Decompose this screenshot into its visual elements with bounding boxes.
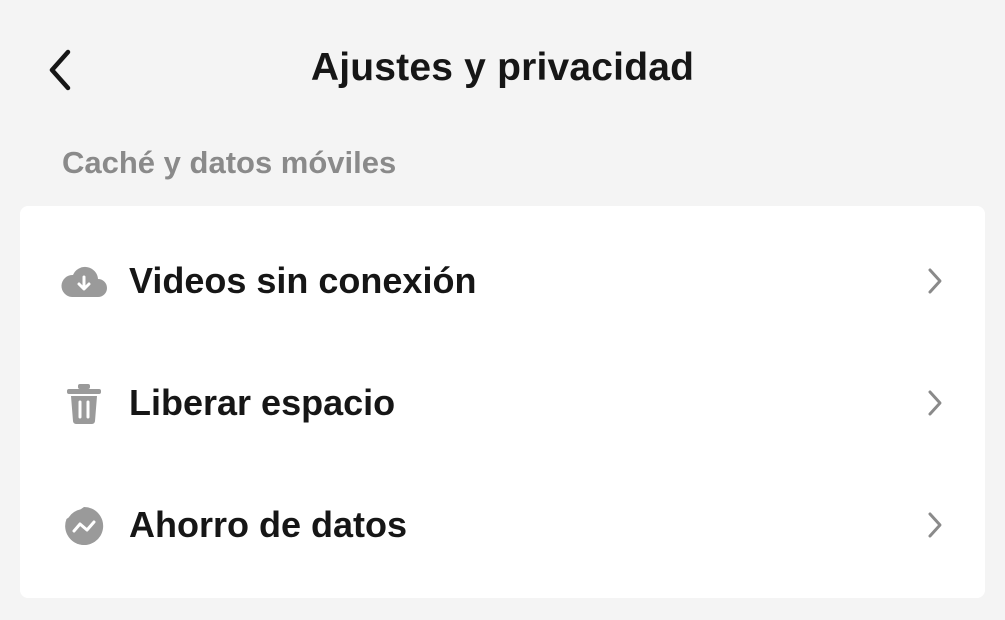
cloud-download-icon — [58, 260, 110, 304]
data-saver-icon — [58, 504, 110, 548]
chevron-right-icon — [921, 386, 949, 420]
settings-item-label: Liberar espacio — [129, 382, 396, 423]
trash-icon — [58, 382, 110, 426]
settings-item-free-space[interactable]: Liberar espacio — [20, 342, 985, 464]
page-title: Ajustes y privacidad — [310, 46, 695, 89]
chevron-right-icon — [921, 264, 949, 298]
settings-item-label: Videos sin conexión — [129, 260, 477, 301]
settings-item-label: Ahorro de datos — [129, 504, 408, 545]
app-header: Ajustes y privacidad — [0, 0, 1005, 140]
chevron-right-icon — [921, 508, 949, 542]
settings-card: Videos sin conexión Liberar espacio Ahor… — [20, 206, 985, 598]
section-title: Caché y datos móviles — [62, 145, 397, 180]
settings-item-offline-videos[interactable]: Videos sin conexión — [20, 220, 985, 342]
settings-item-data-saver[interactable]: Ahorro de datos — [20, 464, 985, 586]
